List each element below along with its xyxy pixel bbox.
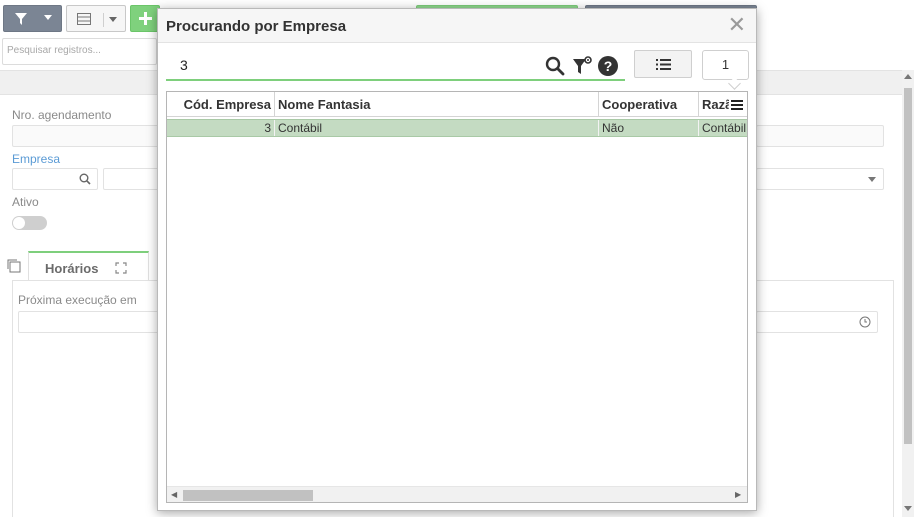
column-menu-button[interactable] bbox=[729, 93, 747, 116]
empresa-code-field[interactable] bbox=[12, 168, 98, 190]
proxima-execucao-label: Próxima execução em bbox=[18, 293, 137, 307]
chevron-down-icon bbox=[109, 17, 117, 22]
clock-icon[interactable] bbox=[859, 316, 871, 328]
grid-header: Cód. Empresa Nome Fantasia Cooperativa R… bbox=[167, 92, 747, 117]
close-icon[interactable]: ✕ bbox=[728, 14, 746, 36]
chevron-down-icon bbox=[868, 177, 876, 182]
page-number[interactable]: 1 bbox=[702, 50, 749, 80]
table-row[interactable]: 3 Contábil Não Contábil bbox=[167, 119, 747, 137]
grid-view-button[interactable] bbox=[66, 5, 126, 32]
tab-label: Horários bbox=[45, 261, 99, 276]
filter-icon bbox=[15, 13, 27, 25]
results-grid: Cód. Empresa Nome Fantasia Cooperativa R… bbox=[166, 91, 748, 503]
copy-icon[interactable] bbox=[6, 258, 21, 273]
grid-horizontal-scrollbar[interactable]: ◀ ▶ bbox=[167, 486, 747, 502]
column-header-codigo[interactable]: Cód. Empresa bbox=[167, 92, 275, 117]
scrollbar-thumb[interactable] bbox=[904, 88, 912, 444]
time-field[interactable] bbox=[756, 311, 878, 333]
ativo-toggle[interactable] bbox=[12, 216, 47, 230]
page-scrollbar[interactable] bbox=[902, 70, 914, 517]
svg-text:?: ? bbox=[604, 58, 613, 74]
empresa-name-field[interactable] bbox=[103, 168, 159, 190]
add-button[interactable] bbox=[130, 5, 160, 32]
chevron-down-icon bbox=[44, 15, 52, 20]
toggle-knob bbox=[13, 217, 25, 229]
modal-header: Procurando por Empresa ✕ bbox=[158, 9, 756, 43]
cell-cooperativa: Não bbox=[599, 120, 699, 136]
nro-agendamento-label: Nro. agendamento bbox=[12, 108, 112, 122]
scroll-right-arrow-icon[interactable]: ▶ bbox=[735, 490, 741, 499]
cell-razao: Contábil bbox=[702, 121, 747, 135]
scroll-down-arrow-icon[interactable] bbox=[904, 506, 912, 511]
list-icon bbox=[656, 59, 671, 70]
cell-nome-fantasia: Contábil bbox=[275, 120, 599, 136]
scroll-up-arrow-icon[interactable] bbox=[904, 74, 912, 79]
column-header-cooperativa[interactable]: Cooperativa bbox=[599, 92, 699, 117]
search-records-input[interactable]: Pesquisar registros... bbox=[2, 38, 157, 65]
ativo-label: Ativo bbox=[12, 195, 39, 209]
tab-horarios[interactable]: Horários bbox=[28, 251, 149, 281]
modal-title: Procurando por Empresa bbox=[166, 18, 347, 35]
filter-dropdown-button[interactable] bbox=[3, 5, 62, 32]
menu-icon bbox=[731, 100, 743, 110]
search-icon[interactable] bbox=[79, 173, 91, 185]
help-icon[interactable]: ? bbox=[597, 55, 619, 77]
table-icon bbox=[77, 13, 91, 25]
cell-codigo: 3 bbox=[167, 120, 275, 136]
app-root: Pesquisar registros... Nro. agendamento … bbox=[0, 0, 914, 517]
proxima-execucao-field[interactable] bbox=[18, 311, 168, 333]
list-view-button[interactable] bbox=[634, 50, 692, 78]
filter-settings-icon[interactable] bbox=[571, 55, 593, 77]
search-icon[interactable] bbox=[544, 55, 566, 77]
scroll-left-arrow-icon[interactable]: ◀ bbox=[171, 490, 177, 499]
expand-icon[interactable] bbox=[115, 262, 127, 274]
modal-search-input[interactable] bbox=[166, 51, 536, 79]
modal-search-box: ? bbox=[166, 51, 625, 81]
plus-icon bbox=[139, 12, 152, 25]
toolbar-divider bbox=[103, 13, 104, 27]
select-field[interactable] bbox=[756, 168, 884, 190]
scrollbar-thumb[interactable] bbox=[183, 490, 313, 501]
column-header-nome-fantasia[interactable]: Nome Fantasia bbox=[275, 92, 599, 117]
empresa-label: Empresa bbox=[12, 152, 61, 166]
search-modal: Procurando por Empresa ✕ ? 1 Cód. Empres… bbox=[157, 8, 757, 511]
nro-agendamento-field[interactable] bbox=[12, 125, 162, 147]
descricao-field[interactable] bbox=[756, 125, 884, 147]
